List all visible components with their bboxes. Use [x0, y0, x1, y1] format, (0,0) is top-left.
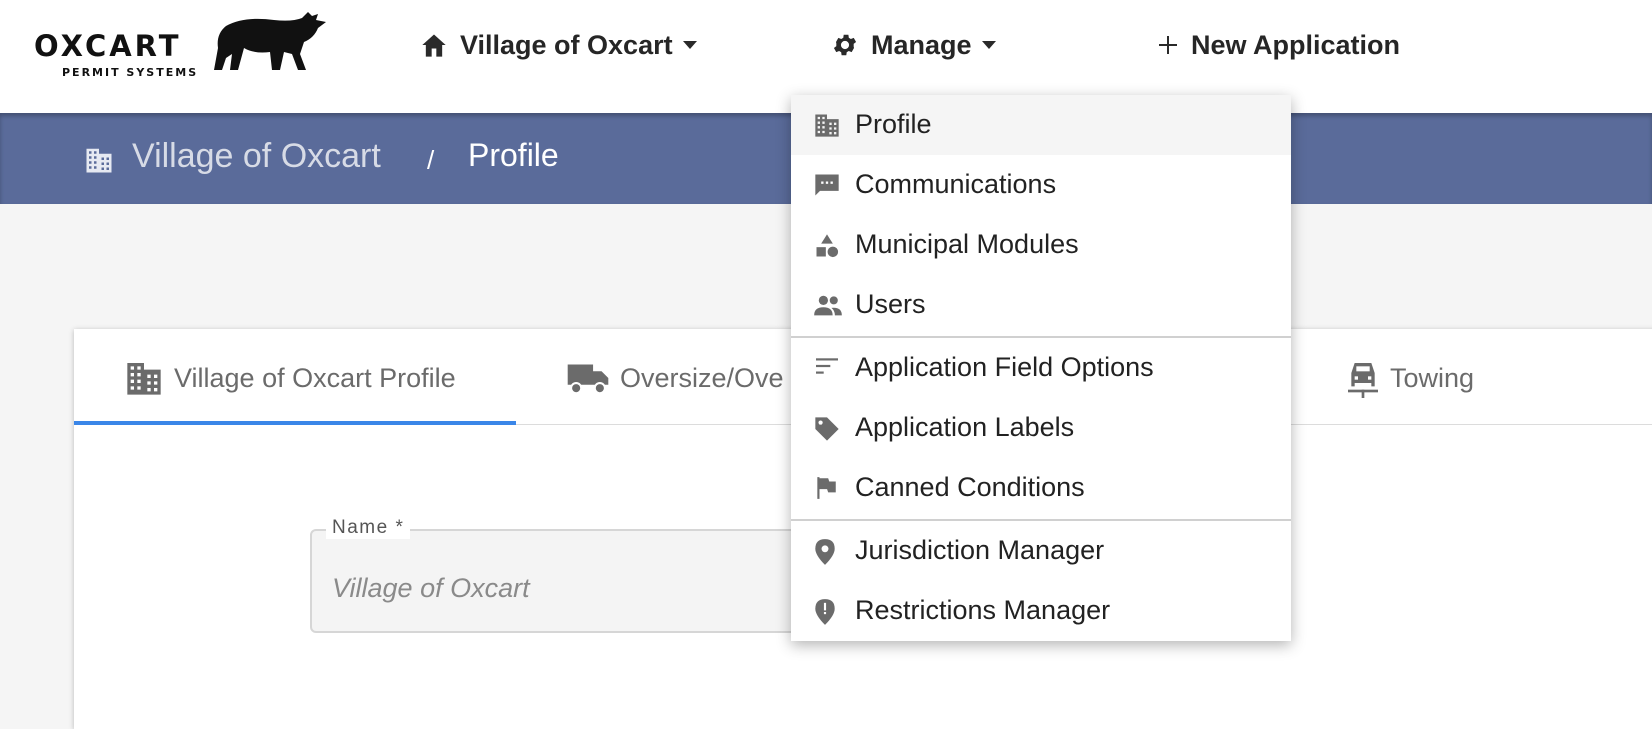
nav-manage-label: Manage	[871, 29, 972, 60]
menu-item-canned-conditions[interactable]: Canned Conditions	[791, 458, 1291, 518]
tag-icon	[815, 417, 839, 441]
nav-new-application[interactable]: New Application	[1157, 22, 1400, 68]
logo-tagline: PERMIT SYSTEMS	[62, 66, 199, 79]
menu-item-label: Restrictions Manager	[855, 595, 1111, 625]
car-icon	[1348, 363, 1378, 398]
menu-item-label: Communications	[855, 169, 1057, 199]
building-icon	[127, 363, 161, 395]
message-icon	[815, 174, 839, 196]
menu-item-municipal-modules[interactable]: Municipal Modules	[791, 215, 1291, 275]
breadcrumb-current: Profile	[468, 137, 559, 173]
home-icon	[422, 34, 446, 57]
tab-oversize[interactable]: Oversize/Ove	[566, 355, 784, 401]
nav-manage-menu[interactable]: Manage	[831, 22, 996, 68]
caret-down-icon	[981, 41, 996, 49]
shapes-icon	[816, 234, 839, 258]
plus-icon	[1159, 36, 1177, 54]
manage-dropdown-menu: Profile Communications Municipal Modules…	[791, 95, 1291, 641]
flag-icon	[817, 477, 836, 499]
nav-village-label: Village of Oxcart	[460, 29, 673, 60]
tab-towing[interactable]: Towing	[1346, 355, 1474, 401]
menu-item-profile[interactable]: Profile	[791, 95, 1291, 155]
name-field-label: Name *	[326, 517, 411, 539]
breadcrumb-separator: /	[427, 145, 435, 175]
location-pin-icon	[815, 539, 835, 565]
tab-label: Towing	[1390, 362, 1475, 393]
menu-item-users[interactable]: Users	[791, 275, 1291, 335]
building-icon	[86, 148, 112, 173]
name-field[interactable]: Name * Village of Oxcart	[310, 517, 850, 633]
bull-icon	[214, 12, 326, 70]
tab-label: Oversize/Ove	[620, 362, 784, 393]
oxcart-logo[interactable]: OXCART PERMIT SYSTEMS	[34, 8, 334, 79]
menu-item-label: Jurisdiction Manager	[855, 535, 1105, 565]
menu-item-label: Profile	[855, 109, 932, 139]
menu-item-label: Application Labels	[855, 412, 1075, 442]
breadcrumb-home-link[interactable]: Village of Oxcart	[132, 137, 381, 176]
tab-label: Village of Oxcart Profile	[174, 362, 456, 393]
menu-item-label: Canned Conditions	[855, 472, 1085, 502]
logo-wordmark: OXCART	[34, 29, 182, 63]
menu-item-label: Municipal Modules	[855, 229, 1079, 259]
gear-icon	[833, 34, 857, 56]
menu-item-label: Users	[855, 289, 926, 319]
nav-new-application-label: New Application	[1191, 29, 1401, 60]
menu-item-jurisdiction-manager[interactable]: Jurisdiction Manager	[791, 521, 1291, 581]
building-icon	[815, 114, 839, 137]
tab-village-profile[interactable]: Village of Oxcart Profile	[124, 355, 456, 401]
alert-pin-icon	[815, 599, 835, 625]
menu-item-restrictions-manager[interactable]: Restrictions Manager	[791, 581, 1291, 641]
menu-item-label: Application Field Options	[855, 352, 1154, 382]
truck-icon	[567, 364, 609, 395]
active-tab-indicator	[74, 421, 516, 425]
sort-lines-icon	[816, 358, 838, 374]
nav-village-menu[interactable]: Village of Oxcart	[420, 22, 697, 68]
menu-item-application-labels[interactable]: Application Labels	[791, 398, 1291, 458]
name-field-value: Village of Oxcart	[332, 573, 530, 603]
menu-item-application-field-options[interactable]: Application Field Options	[791, 338, 1291, 398]
menu-item-communications[interactable]: Communications	[791, 155, 1291, 215]
users-icon	[814, 295, 842, 316]
caret-down-icon	[682, 41, 697, 49]
